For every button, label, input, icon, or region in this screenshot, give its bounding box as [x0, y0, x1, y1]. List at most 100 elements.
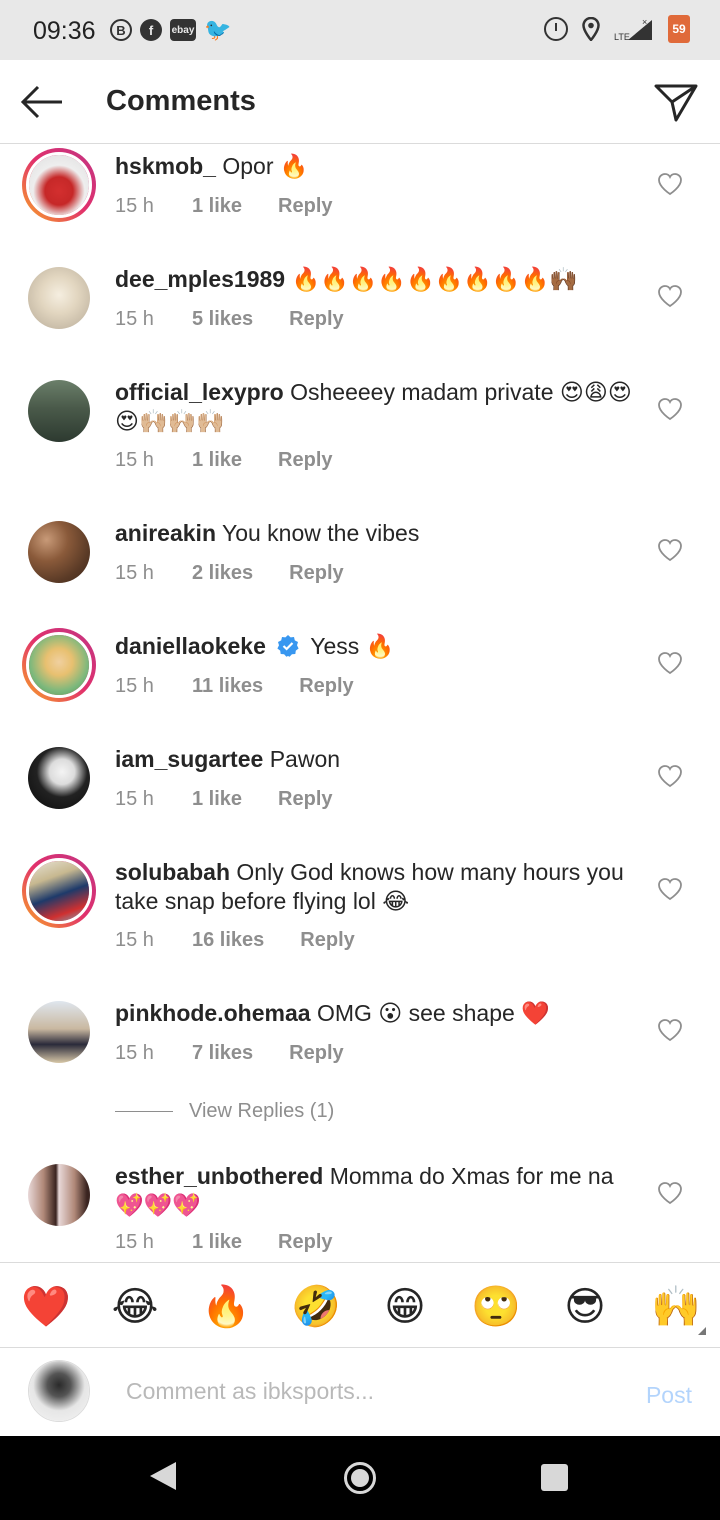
heart-icon[interactable]	[657, 397, 683, 421]
avatar[interactable]	[28, 1164, 90, 1226]
comment-likes[interactable]: 7 likes	[192, 1042, 253, 1065]
comment-text: iam_sugartee Pawon	[115, 745, 635, 774]
emoji-raised-hands-button[interactable]: 🙌	[651, 1283, 701, 1331]
comment-input[interactable]	[112, 1366, 612, 1416]
battery-icon: 59	[668, 15, 690, 43]
reply-button[interactable]: Reply	[289, 308, 343, 331]
heart-icon[interactable]	[657, 1181, 683, 1205]
reply-button[interactable]: Reply	[278, 1231, 332, 1254]
location-icon	[582, 17, 600, 41]
emoji-sunglasses-button[interactable]: 😎	[561, 1283, 609, 1331]
reply-button[interactable]: Reply	[289, 1042, 343, 1065]
comment-body: OMG 😮 see shape ❤️	[316, 1000, 550, 1026]
heart-icon[interactable]	[657, 284, 683, 308]
reply-button[interactable]: Reply	[300, 929, 354, 952]
comment-username[interactable]: pinkhode.ohemaa	[115, 1000, 311, 1026]
comment-time: 15 h	[115, 562, 154, 584]
comment-text: daniellaokeke Yess 🔥	[115, 632, 635, 661]
my-avatar	[28, 1360, 90, 1422]
avatar[interactable]	[22, 148, 96, 222]
comment-time: 15 h	[115, 929, 154, 951]
comment-meta: 15 h 16 likes Reply	[115, 929, 355, 952]
comment-text: anireakin You know the vibes	[115, 519, 635, 548]
comment-body: 🔥🔥🔥🔥🔥🔥🔥🔥🔥🙌🏾	[291, 266, 578, 292]
comment-time: 15 h	[115, 1042, 154, 1064]
comment-username[interactable]: hskmob_	[115, 153, 216, 179]
avatar[interactable]	[22, 628, 96, 702]
comment-username[interactable]: daniellaokeke	[115, 633, 266, 659]
reply-button[interactable]: Reply	[289, 562, 343, 585]
comment-meta: 15 h 1 like Reply	[115, 788, 333, 811]
alarm-icon	[544, 17, 568, 41]
heart-icon[interactable]	[657, 651, 683, 675]
reply-button[interactable]: Reply	[278, 449, 332, 472]
avatar[interactable]	[28, 1001, 90, 1063]
heart-icon[interactable]	[657, 1018, 683, 1042]
comment-meta: 15 h 1 like Reply	[115, 1231, 333, 1254]
view-replies-button[interactable]: View Replies (1)	[115, 1100, 334, 1123]
comment-body: Opor 🔥	[222, 153, 309, 179]
comment-time: 15 h	[115, 195, 154, 217]
system-icons: LTE × 59	[544, 15, 690, 43]
heart-icon[interactable]	[657, 172, 683, 196]
back-arrow-icon[interactable]	[20, 82, 64, 122]
emoji-eyeroll-button[interactable]: 🙄	[471, 1283, 521, 1331]
comment-body: Yess 🔥	[310, 633, 395, 659]
twitter-icon: 🐦	[204, 17, 232, 42]
reply-button[interactable]: Reply	[278, 788, 332, 811]
divider	[115, 1111, 173, 1112]
emoji-quick-bar: ❤️ 😂 🔥 🤣 😁 🙄 😎 🙌	[0, 1262, 720, 1348]
avatar[interactable]	[28, 267, 90, 329]
nav-home-icon[interactable]	[344, 1462, 376, 1494]
comment-composer: Post	[0, 1348, 720, 1436]
comment-username[interactable]: official_lexypro	[115, 379, 284, 405]
heart-icon[interactable]	[657, 877, 683, 901]
comment-meta: 15 h 1 like Reply	[115, 195, 333, 218]
reply-button[interactable]: Reply	[278, 195, 332, 218]
comment-likes[interactable]: 16 likes	[192, 929, 264, 952]
heart-icon[interactable]	[657, 538, 683, 562]
comment-username[interactable]: iam_sugartee	[115, 746, 263, 772]
heart-icon[interactable]	[657, 764, 683, 788]
comment-time: 15 h	[115, 788, 154, 810]
comment-username[interactable]: dee_mples1989	[115, 266, 285, 292]
comment-username[interactable]: esther_unbothered	[115, 1163, 323, 1189]
comment-time: 15 h	[115, 449, 154, 471]
emoji-joy-button[interactable]: 😂	[111, 1283, 159, 1331]
emoji-fire-button[interactable]: 🔥	[201, 1283, 251, 1331]
comment-likes[interactable]: 1 like	[192, 449, 242, 472]
emoji-grin-button[interactable]: 😁	[381, 1283, 429, 1331]
avatar[interactable]	[28, 747, 90, 809]
direct-send-icon[interactable]	[654, 80, 698, 124]
comment-meta: 15 h 2 likes Reply	[115, 562, 344, 585]
comment-text: dee_mples1989 🔥🔥🔥🔥🔥🔥🔥🔥🔥🙌🏾	[115, 265, 635, 294]
signal-icon: LTE ×	[614, 17, 652, 42]
avatar[interactable]	[28, 380, 90, 442]
comment-likes[interactable]: 2 likes	[192, 562, 253, 585]
page-title: Comments	[106, 85, 256, 117]
avatar[interactable]	[28, 521, 90, 583]
reply-button[interactable]: Reply	[299, 675, 353, 698]
resize-corner-icon	[698, 1327, 706, 1335]
comment-text: solubabah Only God knows how many hours …	[115, 858, 635, 916]
comment-likes[interactable]: 1 like	[192, 788, 242, 811]
verified-badge-icon	[277, 635, 299, 657]
comment-meta: 15 h 1 like Reply	[115, 449, 333, 472]
comments-list[interactable]: hskmob_ Opor 🔥 15 h 1 like Reply dee_mpl…	[0, 145, 720, 1262]
system-nav-bar	[0, 1436, 720, 1520]
comment-username[interactable]: solubabah	[115, 859, 230, 885]
comment-body: You know the vibes	[221, 520, 420, 546]
comment-likes[interactable]: 5 likes	[192, 308, 253, 331]
emoji-heart-button[interactable]: ❤️	[21, 1283, 71, 1331]
post-button[interactable]: Post	[646, 1382, 692, 1409]
nav-back-icon[interactable]	[150, 1462, 176, 1490]
comment-likes[interactable]: 1 like	[192, 1231, 242, 1254]
comment-body: Pawon	[269, 746, 341, 772]
comment-likes[interactable]: 11 likes	[192, 675, 263, 698]
emoji-rofl-button[interactable]: 🤣	[291, 1283, 341, 1331]
ebay-icon: ebay	[170, 19, 196, 41]
nav-recents-icon[interactable]	[541, 1464, 568, 1491]
comment-likes[interactable]: 1 like	[192, 195, 242, 218]
avatar[interactable]	[22, 854, 96, 928]
comment-username[interactable]: anireakin	[115, 520, 216, 546]
